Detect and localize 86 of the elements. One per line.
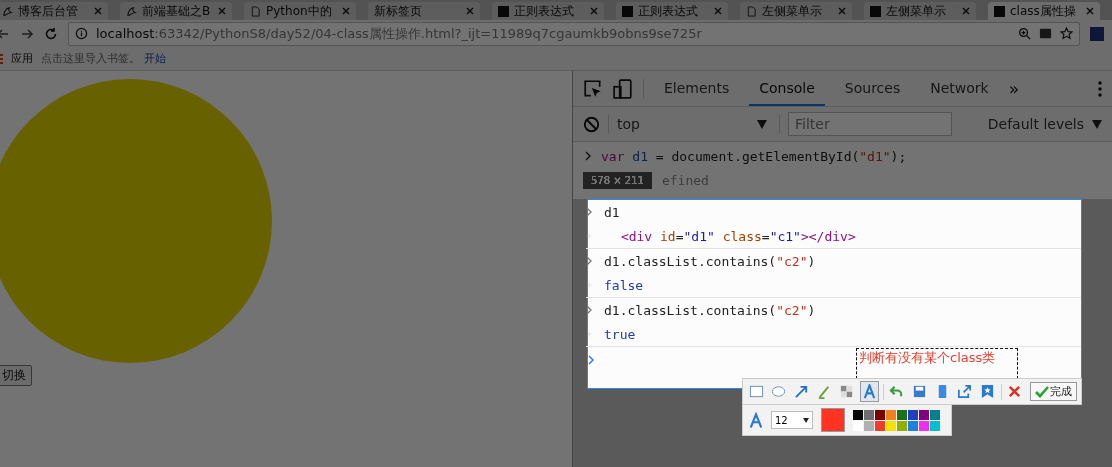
browser-tab[interactable]: 正则表达式 [492, 2, 604, 20]
prompt-icon [588, 355, 594, 365]
close-icon[interactable] [714, 7, 722, 15]
color-swatch[interactable] [853, 420, 863, 431]
browser-tab[interactable]: 左侧菜单示 [740, 2, 852, 20]
font-size-dropdown[interactable]: 12 [771, 411, 813, 429]
chevron-icon [586, 305, 592, 315]
filter-field[interactable]: Filter [788, 112, 952, 136]
start-link[interactable]: 开始 [144, 51, 166, 66]
color-swatch[interactable] [886, 420, 896, 431]
result-arrow-icon [586, 231, 592, 241]
console-line: d1.classList.contains("c2") [604, 253, 816, 269]
done-button[interactable]: 完成 [1030, 382, 1078, 401]
app-logo-icon [622, 5, 633, 17]
console-line: <div id="d1" class="c1"></div> [619, 228, 856, 244]
color-swatch[interactable] [853, 409, 863, 420]
console-line: false [604, 277, 644, 293]
context-dropdown[interactable]: top [617, 116, 771, 132]
devtools-tab[interactable]: Elements [654, 71, 740, 106]
browser-tab[interactable]: 正则表达式 [616, 2, 728, 20]
size-label: 578 × 211 [583, 171, 652, 189]
bird-icon [126, 5, 137, 17]
close-icon[interactable] [94, 7, 102, 15]
extension-icon[interactable] [1090, 26, 1104, 41]
close-icon[interactable] [838, 7, 846, 15]
browser-tab[interactable]: 左侧菜单示 [864, 2, 976, 20]
devtools-tab[interactable]: Network [920, 71, 999, 106]
browser-tab[interactable]: Python中的 [244, 2, 356, 20]
check-icon [1035, 385, 1050, 398]
color-swatch[interactable] [875, 409, 885, 420]
color-swatch[interactable] [897, 409, 907, 420]
bird-icon [2, 5, 13, 17]
forward-arrow-icon[interactable] [20, 26, 34, 41]
browser-tab[interactable]: 博客后台管 [0, 2, 108, 20]
close-icon[interactable] [962, 7, 970, 15]
page-icon [746, 5, 757, 17]
color-swatch[interactable] [908, 409, 918, 420]
app-logo-icon [994, 5, 1005, 17]
more-tabs-button[interactable]: » [1008, 78, 1020, 99]
apps-icon[interactable] [0, 53, 3, 64]
close-icon[interactable] [342, 7, 350, 15]
color-swatch[interactable] [930, 420, 940, 431]
menu-icon[interactable] [1098, 80, 1102, 97]
browser-tab[interactable]: 新标签页 [368, 2, 480, 20]
console-line: true [604, 326, 636, 342]
back-arrow-icon[interactable] [0, 26, 10, 41]
font-icon [749, 411, 763, 429]
console-line: d1 [604, 204, 620, 220]
star-icon[interactable] [1060, 27, 1073, 40]
text-tool-icon[interactable] [860, 381, 879, 402]
devtools-tab[interactable]: Console [749, 71, 825, 106]
color-swatch[interactable] [919, 409, 929, 420]
app-logo-icon [498, 5, 509, 17]
console-line: var d1 = document.getElementById("d1"); [601, 148, 907, 164]
color-swatch[interactable] [919, 420, 929, 431]
chevron-icon [586, 256, 592, 266]
toggle-button[interactable]: 切换 [0, 365, 32, 386]
chevron-icon [586, 207, 592, 217]
close-icon[interactable] [218, 7, 226, 15]
close-icon[interactable] [466, 7, 474, 15]
reload-icon[interactable] [44, 26, 58, 41]
device-icon[interactable] [613, 78, 633, 99]
close-icon[interactable] [1086, 7, 1094, 15]
color-swatch[interactable] [886, 409, 896, 420]
color-swatch[interactable] [897, 420, 907, 431]
result-arrow-icon [586, 329, 592, 339]
browser-tab[interactable]: class属性操 [988, 2, 1100, 20]
page-icon [250, 5, 261, 17]
color-swatch[interactable] [864, 409, 874, 420]
result-arrow-icon [586, 280, 592, 290]
levels-dropdown[interactable]: Default levels [987, 116, 1102, 132]
browser-tab[interactable]: 前端基础之B [120, 2, 232, 20]
info-icon [75, 27, 88, 40]
apps-link[interactable]: 应用 [11, 51, 33, 66]
console-line: d1.classList.contains("c2") [604, 302, 816, 318]
inspect-icon[interactable] [583, 78, 603, 99]
color-swatch[interactable] [908, 420, 918, 431]
close-icon[interactable] [590, 7, 598, 15]
app-logo-icon [870, 5, 881, 17]
color-swatch[interactable] [930, 409, 940, 420]
zoom-icon[interactable] [1018, 27, 1031, 40]
clear-console-icon[interactable] [583, 115, 600, 133]
devtools-tab[interactable]: Sources [834, 71, 911, 106]
color-swatch[interactable] [864, 420, 874, 431]
chevron-icon [585, 151, 591, 161]
color-swatch[interactable] [875, 420, 885, 431]
